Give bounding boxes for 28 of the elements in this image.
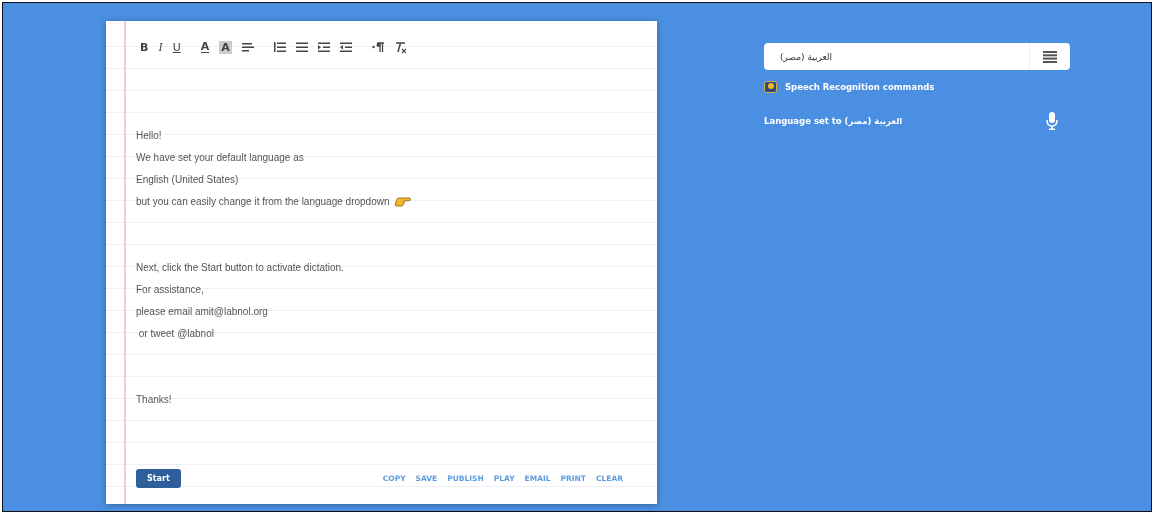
text-line: For assistance, [136, 283, 204, 295]
underline-button[interactable]: U [172, 40, 181, 54]
text-line: We have set your default language as [136, 151, 304, 163]
indent-icon[interactable] [317, 40, 330, 54]
italic-button[interactable]: I [158, 40, 163, 54]
menu-icon [1043, 50, 1057, 63]
outdent-icon[interactable] [339, 40, 352, 54]
text-line: Thanks! [136, 393, 172, 405]
bold-button[interactable]: B [140, 40, 149, 54]
status-text: Language set to العربية (مصر) [764, 116, 903, 126]
language-select[interactable]: العربية (مصر) [764, 43, 1070, 70]
text-color-button[interactable]: A [200, 41, 210, 53]
numbered-list-icon[interactable] [273, 40, 286, 54]
commands-link[interactable]: Speech Recognition commands [785, 82, 935, 92]
microphone-icon[interactable] [1046, 112, 1058, 130]
paragraph-icon[interactable] [371, 40, 384, 54]
highlight-button[interactable]: A [219, 40, 232, 54]
text-line: but you can easily change it from the language dropdown [136, 195, 390, 207]
text-line: Hello! [136, 129, 162, 141]
pointing-hand-icon [393, 195, 411, 207]
bulleted-list-icon[interactable] [295, 40, 308, 54]
clear-format-icon[interactable] [393, 40, 406, 54]
text-line: or tweet @labnol [137, 327, 214, 339]
align-icon[interactable] [241, 40, 254, 54]
text-line: please email amit@labnol.org [136, 305, 268, 317]
start-button[interactable]: Start [136, 469, 181, 488]
text-line: Next, click the Start button to activate dictation. [136, 261, 344, 273]
text-line: English (United States) [136, 173, 239, 185]
